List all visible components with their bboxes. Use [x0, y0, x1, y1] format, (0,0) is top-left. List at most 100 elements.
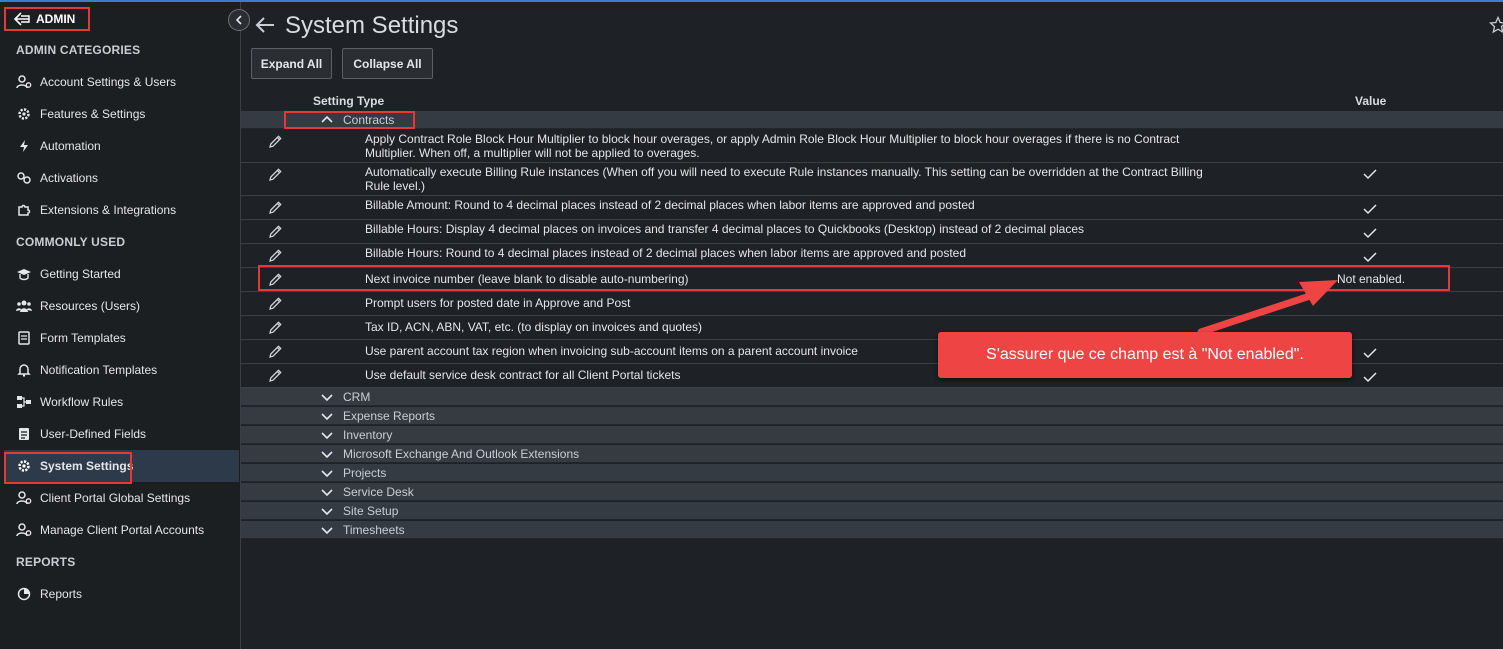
users-icon — [16, 298, 32, 314]
setting-text: Prompt users for posted date in Approve … — [365, 296, 631, 310]
admin-sidebar: ADMIN ADMIN CATEGORIES Account Settings … — [0, 2, 241, 649]
sidebar-item-account-settings-users[interactable]: Account Settings & Users — [4, 66, 239, 98]
chevron-down-icon — [321, 527, 333, 535]
setting-text: Billable Amount: Round to 4 decimal plac… — [365, 198, 975, 212]
sidebar-item-client-portal-global-settings[interactable]: Client Portal Global Settings — [4, 482, 239, 514]
pie-chart-icon — [16, 586, 32, 602]
admin-back-button[interactable]: ADMIN — [4, 7, 90, 31]
sidebar-item-label: Manage Client Portal Accounts — [40, 523, 205, 537]
chevron-down-icon — [321, 394, 333, 402]
checkmark-icon — [1363, 169, 1377, 180]
column-header-setting-type[interactable]: Setting Type — [313, 94, 384, 108]
pencil-icon[interactable] — [267, 200, 283, 216]
arrow-left-icon[interactable] — [255, 16, 275, 34]
pencil-icon[interactable] — [267, 167, 283, 183]
workflow-icon — [16, 394, 32, 410]
setting-text: Automatically execute Billing Rule insta… — [365, 165, 1203, 193]
sidebar-item-getting-started[interactable]: Getting Started — [4, 258, 239, 290]
chevron-up-icon — [321, 115, 333, 123]
pencil-icon[interactable] — [267, 134, 283, 150]
graduation-cap-icon — [16, 266, 32, 282]
pencil-icon[interactable] — [267, 344, 283, 360]
bell-icon — [16, 362, 32, 378]
sidebar-item-label: Getting Started — [40, 267, 121, 281]
chevron-left-icon — [235, 15, 242, 25]
group-row-expense-reports[interactable]: Expense Reports — [241, 407, 1503, 425]
group-row-timesheets[interactable]: Timesheets — [241, 521, 1503, 539]
table-row: Billable Hours: Display 4 decimal places… — [241, 220, 1503, 244]
group-label: CRM — [343, 390, 371, 404]
pencil-icon[interactable] — [267, 320, 283, 336]
section-reports: REPORTS — [16, 555, 76, 569]
group-row-inventory[interactable]: Inventory — [241, 426, 1503, 444]
group-row-crm[interactable]: CRM — [241, 388, 1503, 406]
sidebar-item-notification-templates[interactable]: Notification Templates — [4, 354, 239, 386]
sidebar-item-workflow-rules[interactable]: Workflow Rules — [4, 386, 239, 418]
pencil-icon[interactable] — [267, 272, 283, 288]
puzzle-icon — [16, 202, 32, 218]
star-icon[interactable] — [1489, 16, 1503, 34]
table-row: Billable Hours: Round to 4 decimal place… — [241, 244, 1503, 268]
table-row-next-invoice-number: Next invoice number (leave blank to disa… — [241, 268, 1503, 292]
table-row: Automatically execute Billing Rule insta… — [241, 163, 1503, 196]
main-content: System Settings Expand All Collapse All … — [241, 2, 1503, 649]
group-row-site-setup[interactable]: Site Setup — [241, 502, 1503, 520]
sidebar-collapse-button[interactable] — [228, 9, 250, 31]
sidebar-item-system-settings[interactable]: System Settings — [4, 450, 239, 482]
sidebar-item-manage-client-portal-accounts[interactable]: Manage Client Portal Accounts — [4, 514, 239, 546]
group-row-service-desk[interactable]: Service Desk — [241, 483, 1503, 501]
app-window: ADMIN ADMIN CATEGORIES Account Settings … — [0, 0, 1503, 649]
checkmark-icon — [1363, 348, 1377, 359]
checkmark-icon — [1363, 228, 1377, 239]
sidebar-item-label: Notification Templates — [40, 363, 158, 377]
users-gear-icon — [16, 490, 32, 506]
arrow-left-icon — [14, 12, 30, 26]
chevron-down-icon — [321, 508, 333, 516]
sidebar-item-features-settings[interactable]: Features & Settings — [4, 98, 239, 130]
pencil-icon[interactable] — [267, 296, 283, 312]
group-label: Site Setup — [343, 504, 399, 518]
pencil-icon[interactable] — [267, 224, 283, 240]
group-label: Microsoft Exchange And Outlook Extension… — [343, 447, 580, 461]
activations-icon — [16, 170, 32, 186]
expand-all-button[interactable]: Expand All — [251, 48, 332, 79]
chevron-down-icon — [321, 413, 333, 421]
chevron-down-icon — [321, 432, 333, 440]
pencil-icon[interactable] — [267, 368, 283, 384]
page-title: System Settings — [285, 12, 459, 39]
group-label: Contracts — [343, 113, 395, 127]
setting-text: Next invoice number (leave blank to disa… — [365, 272, 689, 286]
users-gear-icon — [16, 74, 32, 90]
gear-icon — [16, 458, 32, 474]
annotation-callout: S'assurer que ce champ est à "Not enable… — [938, 332, 1352, 378]
sidebar-item-label: Features & Settings — [40, 107, 146, 121]
sidebar-item-extensions-integrations[interactable]: Extensions & Integrations — [4, 194, 239, 226]
setting-text: Apply Contract Role Block Hour Multiplie… — [365, 132, 1180, 160]
sidebar-item-label: Account Settings & Users — [40, 75, 177, 89]
checkmark-icon — [1363, 204, 1377, 215]
group-row-projects[interactable]: Projects — [241, 464, 1503, 482]
setting-value: Not enabled. — [1337, 272, 1406, 286]
group-label: Inventory — [343, 428, 393, 442]
sidebar-item-form-templates[interactable]: Form Templates — [4, 322, 239, 354]
sidebar-item-activations[interactable]: Activations — [4, 162, 239, 194]
column-header-value[interactable]: Value — [1355, 94, 1386, 108]
group-row-microsoft-exchange[interactable]: Microsoft Exchange And Outlook Extension… — [241, 445, 1503, 463]
sidebar-item-reports[interactable]: Reports — [4, 578, 239, 610]
table-row: Prompt users for posted date in Approve … — [241, 292, 1503, 316]
bolt-icon — [16, 138, 32, 154]
pencil-icon[interactable] — [267, 248, 283, 264]
group-label: Expense Reports — [343, 409, 436, 423]
admin-label: ADMIN — [36, 12, 76, 26]
sidebar-item-label: Workflow Rules — [40, 395, 124, 409]
sidebar-item-user-defined-fields[interactable]: User-Defined Fields — [4, 418, 239, 450]
group-row-contracts[interactable]: Contracts — [241, 111, 1503, 129]
collapse-all-button[interactable]: Collapse All — [342, 48, 433, 79]
sidebar-item-automation[interactable]: Automation — [4, 130, 239, 162]
sidebar-item-resources-users[interactable]: Resources (Users) — [4, 290, 239, 322]
checkmark-icon — [1363, 252, 1377, 263]
checkmark-icon — [1363, 372, 1377, 383]
chevron-down-icon — [321, 470, 333, 478]
section-commonly-used: COMMONLY USED — [16, 235, 126, 249]
sidebar-item-label: Client Portal Global Settings — [40, 491, 191, 505]
